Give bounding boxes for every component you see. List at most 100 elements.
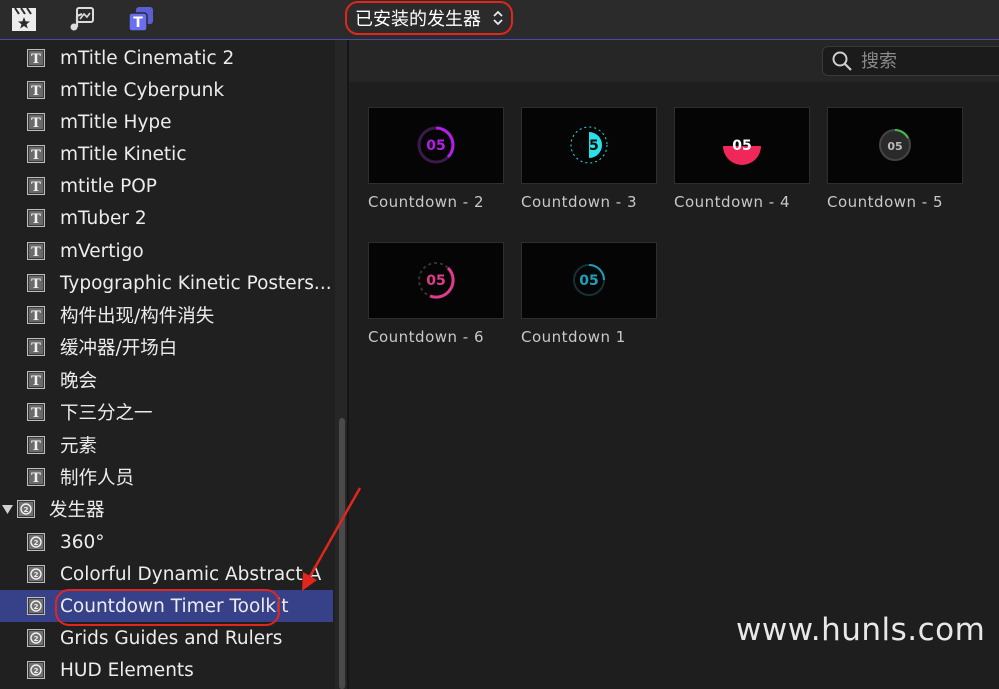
generator-icon: 2 [27,533,45,551]
svg-text:T: T [31,52,41,67]
title-t-icon: T [27,436,45,454]
generator-tile-label: Countdown 1 [521,328,626,346]
sidebar-item[interactable]: T 元素 [0,429,333,461]
disclosure-triangle-icon[interactable] [2,504,13,515]
generator-tile-label: Countdown - 2 [368,193,485,211]
countdown-number: 05 [732,138,751,154]
title-t-icon: T [27,242,45,260]
generator-tile-label: Countdown - 4 [674,193,791,211]
sidebar-item-label: HUD Elements [60,659,194,681]
sidebar-item-label: mTitle Cyberpunk [60,79,225,101]
countdown-number: 05 [579,138,598,154]
svg-text:T: T [31,309,41,324]
generator-thumbnail[interactable]: 05 [368,107,504,184]
svg-text:T: T [133,15,143,31]
sidebar-item-label: mTitle Cinematic 2 [60,47,235,69]
sidebar-item-label: mTuber 2 [60,207,147,229]
generator-tile[interactable]: 05 Countdown - 3 [521,107,657,211]
watermark: www.hunls.com [736,612,986,648]
svg-text:T: T [31,341,41,356]
sidebar-item-label: Colorful Dynamic Abstract A [60,563,322,585]
sidebar-item[interactable]: TmTitle Cyberpunk [0,74,333,106]
title-t-icon: T [27,274,45,292]
sidebar-item[interactable]: T 制作人员 [0,461,333,493]
search-icon [832,51,852,71]
svg-text:T: T [31,116,41,131]
generator-tile-label: Countdown - 6 [368,328,485,346]
sidebar-item[interactable]: 2 360° [0,526,333,558]
sidebar-item[interactable]: 2 HUD Elements [0,654,333,686]
sidebar-item-label: 缓冲器/开场白 [60,338,178,359]
title-t-icon: T [27,113,45,131]
sidebar-item[interactable]: T 缓冲器/开场白 [0,331,333,363]
chevron-updown-icon [493,10,503,26]
sidebar-item-label: mTitle Hype [60,111,172,133]
countdown-preview-icon: 05 [417,126,455,164]
countdown-preview-icon: 05 [573,264,605,296]
sidebar-item[interactable]: TmTitle Hype [0,106,333,138]
sidebar-item[interactable]: T 下三分之一 [0,396,333,428]
countdown-preview-icon: 05 [418,262,455,299]
sidebar-item[interactable]: TmTuber 2 [0,202,333,234]
sidebar-item-label: 发生器 [49,500,105,521]
svg-text:T: T [31,180,41,195]
library-popup-label: 已安装的发生器 [355,9,481,30]
generator-thumbnail[interactable]: 05 [674,107,810,184]
clapper-icon[interactable] [10,5,38,33]
title-t-icon: T [27,403,45,421]
sidebar-item[interactable]: TmVertigo [0,235,333,267]
sidebar-group[interactable]: 2 发生器 [0,493,333,525]
generator-thumbnail[interactable]: 05 [368,242,504,319]
sidebar-item[interactable]: Tmtitle POP [0,170,333,202]
title-t-icon: T [27,81,45,99]
generator-icon: 2 [27,661,45,679]
svg-text:T: T [31,374,41,389]
svg-text:2: 2 [34,635,39,643]
svg-text:2: 2 [34,571,39,579]
svg-text:2: 2 [34,667,39,675]
generator-tile[interactable]: 05 Countdown - 4 [674,107,810,211]
svg-text:2: 2 [34,539,39,547]
titles-generators-icon[interactable]: T [127,5,155,33]
library-popup[interactable]: 已安装的发生器 [345,1,513,35]
svg-text:T: T [31,439,41,454]
generator-tile-label: Countdown - 3 [521,193,638,211]
search-input[interactable] [859,49,983,73]
generator-icon: 2 [27,629,45,647]
countdown-preview-icon: 05 [570,126,608,164]
title-t-icon: T [27,145,45,163]
generator-tile[interactable]: 05 Countdown - 5 [827,107,963,211]
svg-text:2: 2 [34,603,39,611]
sidebar-item[interactable]: 2 Colorful Dynamic Abstract A [0,558,333,590]
generator-tile[interactable]: 05 Countdown 1 [521,242,657,346]
svg-text:2: 2 [24,506,29,514]
generator-thumbnail[interactable]: 05 [521,107,657,184]
generator-tile[interactable]: 05 Countdown - 2 [368,107,504,211]
svg-text:T: T [31,84,41,99]
generator-thumbnail[interactable]: 05 [521,242,657,319]
title-t-icon: T [27,338,45,356]
sidebar-item[interactable]: T Typographic Kinetic Posters... [0,267,333,299]
countdown-number: 05 [426,273,445,289]
sidebar-item[interactable]: T 晚会 [0,364,333,396]
sidebar-item[interactable]: TmTitle Cinematic 2 [0,42,333,74]
sidebar-item-label: 晚会 [60,371,98,392]
generator-tile[interactable]: 05 Countdown - 6 [368,242,504,346]
sidebar-item-label: 制作人员 [60,468,135,489]
title-t-icon: T [27,371,45,389]
sidebar-item-label: Typographic Kinetic Posters... [60,272,332,294]
svg-text:T: T [31,277,41,292]
sidebar-item[interactable]: T 构件出现/构件消失 [0,299,333,331]
sidebar-item-label: mTitle Kinetic [60,143,187,165]
search-field[interactable] [822,46,999,76]
svg-text:T: T [31,212,41,227]
title-t-icon: T [27,468,45,486]
sidebar-scrollbar-thumb[interactable] [339,418,345,689]
sidebar-item[interactable]: TmTitle Kinetic [0,138,333,170]
generator-icon: 2 [27,597,45,615]
generator-icon: 2 [17,500,35,518]
generator-thumbnail[interactable]: 05 [827,107,963,184]
sidebar-item[interactable]: 2 Grids Guides and Rulers [0,622,333,654]
svg-text:T: T [31,471,41,486]
music-photo-icon[interactable] [68,5,96,33]
